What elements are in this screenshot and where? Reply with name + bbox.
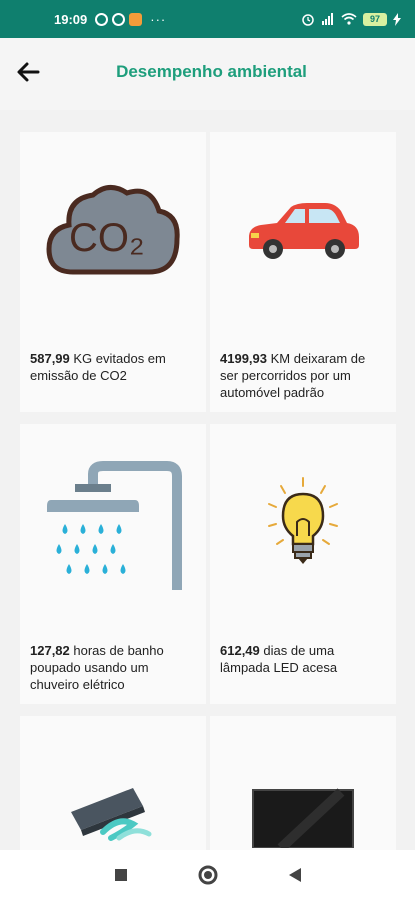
impact-text-lightbulb: 612,49 dias de uma lâmpada LED acesa bbox=[220, 642, 386, 676]
triangle-back-icon[interactable] bbox=[288, 867, 302, 883]
air-conditioner-icon bbox=[20, 772, 206, 862]
impact-text-car: 4199,93 KM deixaram de ser percorridos p… bbox=[220, 350, 386, 401]
impact-card-air-conditioner bbox=[20, 716, 206, 856]
impact-card-lightbulb: 612,49 dias de uma lâmpada LED acesa bbox=[210, 424, 396, 704]
television-icon bbox=[210, 788, 396, 858]
app-icon bbox=[129, 12, 143, 26]
battery-indicator: 97 bbox=[363, 12, 387, 26]
impact-value: 4199,93 bbox=[220, 351, 267, 366]
charging-icon bbox=[393, 12, 401, 26]
more-notifications: ··· bbox=[150, 11, 167, 27]
whatsapp-icon bbox=[95, 12, 109, 26]
co2-cloud-icon: CO₂ bbox=[20, 132, 206, 332]
system-navigation-bar bbox=[0, 850, 415, 900]
co2-icon-label: CO₂ bbox=[69, 216, 145, 260]
impact-card-car: 4199,93 KM deixaram de ser percorridos p… bbox=[210, 132, 396, 412]
whatsapp-icon bbox=[112, 12, 126, 26]
wifi-icon bbox=[341, 13, 357, 25]
impact-card-shower: 127,82 horas de banho poupado usando um … bbox=[20, 424, 206, 704]
shower-icon bbox=[20, 424, 206, 624]
impact-card-co2: CO₂ 587,99 KG evitados em emissão de CO2 bbox=[20, 132, 206, 412]
impact-value: 127,82 bbox=[30, 643, 70, 658]
status-right: 97 bbox=[301, 12, 401, 26]
status-bar: 19:09 ··· 97 bbox=[0, 0, 415, 38]
signal-icon bbox=[322, 13, 333, 25]
impact-card-television bbox=[210, 716, 396, 856]
app-header: Desempenho ambiental bbox=[0, 38, 415, 110]
impact-value: 587,99 bbox=[30, 351, 70, 366]
alarm-icon bbox=[302, 14, 314, 26]
car-icon bbox=[210, 132, 396, 332]
page-title: Desempenho ambiental bbox=[116, 62, 307, 81]
impact-text-shower: 127,82 horas de banho poupado usando um … bbox=[30, 642, 196, 693]
impact-text-co2: 587,99 KG evitados em emissão de CO2 bbox=[30, 350, 196, 384]
impact-value: 612,49 bbox=[220, 643, 260, 658]
square-icon[interactable] bbox=[114, 868, 128, 882]
notification-icons: ··· bbox=[95, 12, 166, 27]
lightbulb-icon bbox=[210, 424, 396, 624]
circle-icon[interactable] bbox=[198, 865, 218, 885]
status-time: 19:09 bbox=[54, 11, 88, 27]
